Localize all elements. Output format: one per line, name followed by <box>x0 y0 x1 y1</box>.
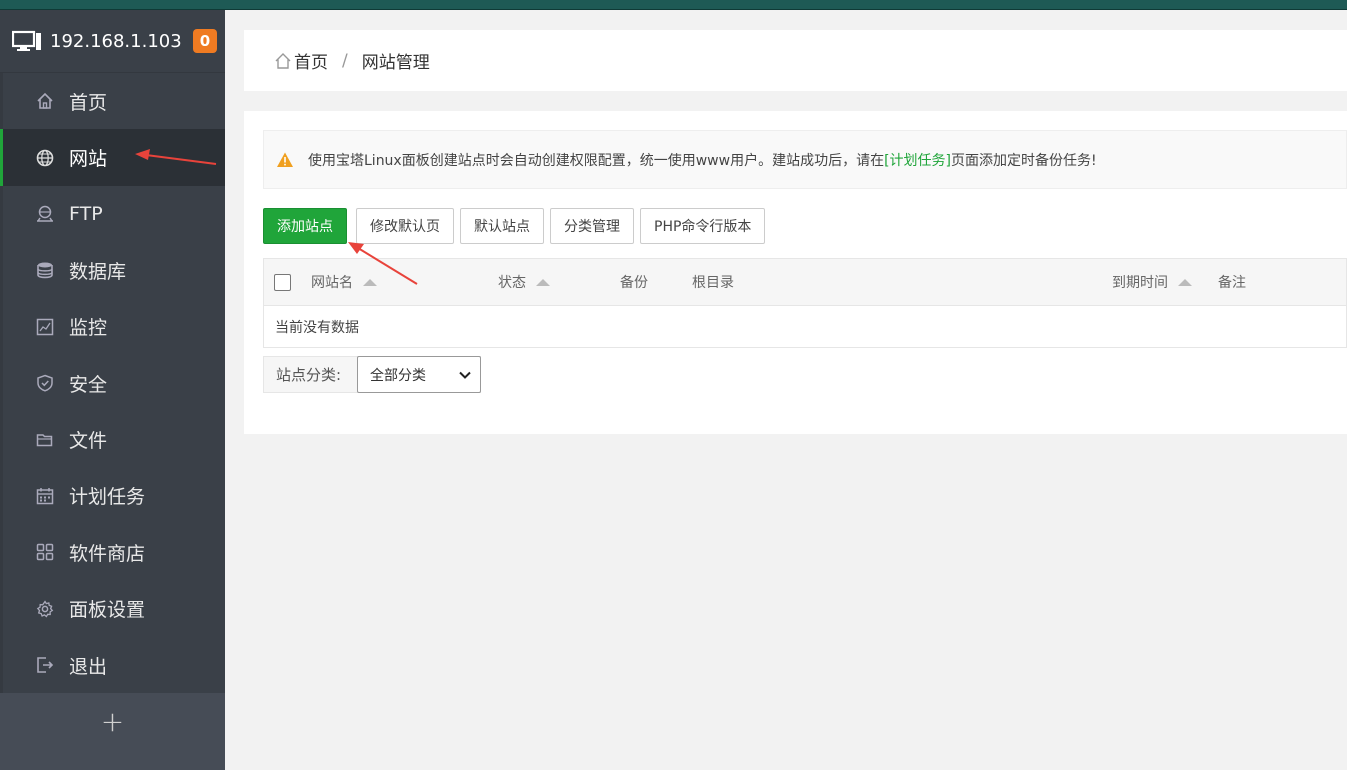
site-table: 网站名 状态 备份 根目录 到期时间 备注 当前没有数据 <box>263 258 1347 348</box>
category-filter: 站点分类: 全部分类 <box>263 356 481 393</box>
sidebar-item-monitor[interactable]: 监控 <box>3 299 225 355</box>
modify-default-page-button[interactable]: 修改默认页 <box>356 208 454 244</box>
sidebar-item-files[interactable]: 文件 <box>3 411 225 467</box>
toolbar: 添加站点 修改默认页 默认站点 分类管理 PHP命令行版本 <box>263 208 771 244</box>
server-header: 192.168.1.103 0 <box>0 10 225 73</box>
sort-asc-icon <box>363 278 377 286</box>
sidebar-item-label: 软件商店 <box>69 542 146 565</box>
chevron-down-icon <box>459 371 471 379</box>
logout-icon <box>35 655 55 675</box>
sidebar-item-label: 数据库 <box>69 260 127 283</box>
php-cli-version-button[interactable]: PHP命令行版本 <box>640 208 766 244</box>
sidebar-item-label: 面板设置 <box>69 599 146 622</box>
sidebar-item-ftp[interactable]: FTP <box>3 186 225 242</box>
sidebar-item-cron[interactable]: 计划任务 <box>3 468 225 524</box>
column-status-header[interactable]: 状态 <box>498 272 550 292</box>
sidebar-item-logout[interactable]: 退出 <box>3 637 225 693</box>
site-management-panel: 使用宝塔Linux面板创建站点时会自动创建权限配置，统一使用www用户。建站成功… <box>244 111 1347 434</box>
sort-asc-icon <box>536 278 550 286</box>
notice-text-end: 页面添加定时备份任务! <box>951 152 1097 169</box>
column-label: 网站名 <box>311 275 353 291</box>
sidebar: 192.168.1.103 0 首页 网站 FTP 数据库 监控 安全 文件 计… <box>0 10 225 770</box>
breadcrumb: 首页 / 网站管理 <box>244 30 1347 91</box>
sidebar-item-database[interactable]: 数据库 <box>3 242 225 298</box>
add-shortcut-button[interactable]: + <box>0 693 225 749</box>
computer-icon <box>12 30 41 51</box>
column-root-header: 根目录 <box>692 272 734 292</box>
column-label: 备注 <box>1218 275 1246 291</box>
category-select-value: 全部分类 <box>370 367 426 384</box>
breadcrumb-separator: / <box>342 50 348 71</box>
column-label: 到期时间 <box>1112 275 1168 291</box>
folder-icon <box>35 430 55 450</box>
sidebar-item-website[interactable]: 网站 <box>0 129 225 187</box>
home-icon <box>35 91 55 111</box>
shield-icon <box>35 373 55 393</box>
notification-badge[interactable]: 0 <box>193 29 217 53</box>
table-empty-row: 当前没有数据 <box>263 306 1347 348</box>
column-label: 备份 <box>620 275 648 291</box>
calendar-icon <box>35 486 55 506</box>
sidebar-item-label: FTP <box>69 202 103 225</box>
notice-text: 使用宝塔Linux面板创建站点时会自动创建权限配置，统一使用www用户。建站成功… <box>308 152 885 169</box>
top-bar <box>0 0 1347 10</box>
column-remark-header: 备注 <box>1218 272 1246 292</box>
sidebar-item-app-store[interactable]: 软件商店 <box>3 524 225 580</box>
server-ip: 192.168.1.103 <box>50 30 182 52</box>
monitor-icon <box>35 317 55 337</box>
apps-icon <box>35 542 55 562</box>
category-filter-label: 站点分类: <box>264 357 358 392</box>
column-label: 状态 <box>498 275 526 291</box>
sort-asc-icon <box>1178 278 1192 286</box>
sidebar-item-security[interactable]: 安全 <box>3 355 225 411</box>
sidebar-item-label: 首页 <box>69 91 108 114</box>
add-site-button[interactable]: 添加站点 <box>263 208 347 244</box>
sidebar-item-label: 退出 <box>69 655 108 678</box>
column-expire-header[interactable]: 到期时间 <box>1112 272 1192 292</box>
table-header: 网站名 状态 备份 根目录 到期时间 备注 <box>263 258 1347 306</box>
column-name-header[interactable]: 网站名 <box>311 272 377 292</box>
ftp-icon <box>35 204 55 224</box>
sidebar-item-label: 网站 <box>69 148 108 171</box>
globe-icon <box>35 148 55 168</box>
cron-task-link[interactable]: [计划任务] <box>884 150 951 170</box>
gear-icon <box>35 599 55 619</box>
database-icon <box>35 260 55 280</box>
sidebar-item-home[interactable]: 首页 <box>3 73 225 129</box>
category-select[interactable]: 全部分类 <box>357 356 481 393</box>
sidebar-item-settings[interactable]: 面板设置 <box>3 581 225 637</box>
warning-icon <box>277 152 293 167</box>
sidebar-item-label: 监控 <box>69 317 108 340</box>
column-label: 根目录 <box>692 275 734 291</box>
home-icon <box>275 52 291 69</box>
category-manage-button[interactable]: 分类管理 <box>550 208 634 244</box>
empty-text: 当前没有数据 <box>275 319 359 336</box>
column-backup-header: 备份 <box>620 272 648 292</box>
breadcrumb-home-link[interactable]: 首页 <box>294 48 328 73</box>
select-all-checkbox[interactable] <box>274 273 291 291</box>
breadcrumb-current: 网站管理 <box>361 53 430 73</box>
sidebar-item-label: 安全 <box>69 373 108 396</box>
default-site-button[interactable]: 默认站点 <box>460 208 544 244</box>
notice-banner: 使用宝塔Linux面板创建站点时会自动创建权限配置，统一使用www用户。建站成功… <box>263 130 1347 189</box>
sidebar-menu: 首页 网站 FTP 数据库 监控 安全 文件 计划任务 软件商店 面板设置 退出 <box>0 73 225 694</box>
sidebar-item-label: 文件 <box>69 430 108 453</box>
sidebar-item-label: 计划任务 <box>69 486 146 509</box>
